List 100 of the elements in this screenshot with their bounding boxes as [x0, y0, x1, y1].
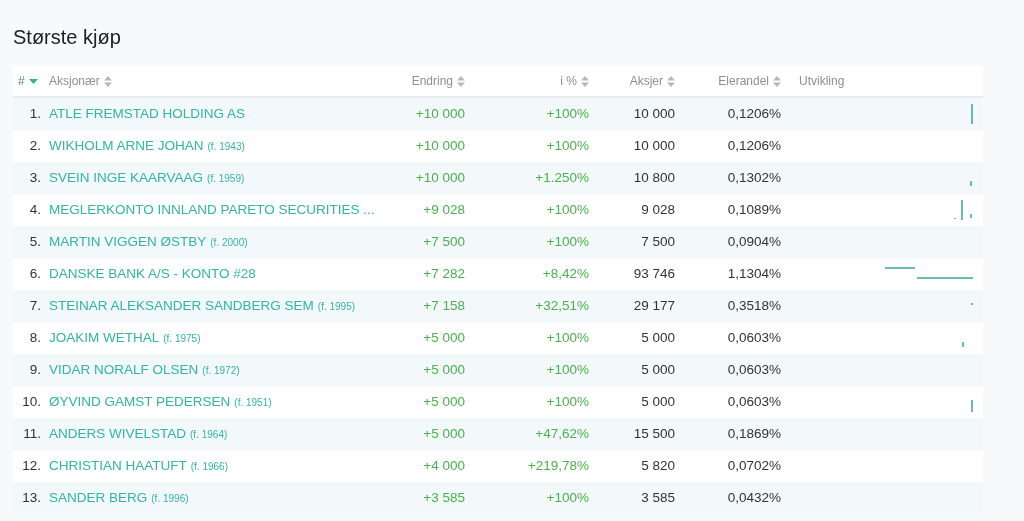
- shareholder-link[interactable]: DANSKE BANK A/S - KONTO #28: [49, 263, 256, 285]
- column-header[interactable]: #: [18, 72, 38, 90]
- shares-value: 29 177: [633, 296, 675, 315]
- shareholder-link[interactable]: STEINAR ALEKSANDER SANDBERG SEM: [49, 295, 314, 317]
- rank-number: 13.: [22, 488, 41, 507]
- birth-year: (f. 1996): [151, 491, 189, 506]
- percent-value: +8,42%: [542, 264, 589, 283]
- ownership-value: 0,1206%: [727, 136, 781, 155]
- birth-year: (f. 1951): [234, 395, 272, 410]
- change-value: +3 585: [423, 488, 465, 507]
- ownership-value: 0,1869%: [727, 424, 781, 443]
- shares-value: 5 820: [641, 456, 675, 475]
- shares-value: 5 000: [641, 392, 675, 411]
- percent-value: +100%: [546, 328, 589, 347]
- percent-value: +47,62%: [535, 424, 589, 443]
- shareholder-link[interactable]: ANDERS WIVELSTAD: [49, 423, 187, 445]
- shareholder-link[interactable]: WIKHOLM ARNE JOHAN: [49, 135, 204, 157]
- rank-number: 5.: [29, 232, 41, 251]
- percent-value: +100%: [546, 136, 589, 155]
- ownership-value: 0,0904%: [727, 232, 781, 251]
- ownership-value: 0,1302%: [727, 168, 781, 187]
- ownership-value: 0,0603%: [727, 328, 781, 347]
- shares-value: 10 000: [633, 136, 675, 155]
- rank-number: 11.: [23, 424, 41, 443]
- shares-value: 3 585: [641, 488, 675, 507]
- rank-number: 2.: [29, 136, 41, 155]
- shareholder-link[interactable]: ØYVIND GAMST PEDERSEN: [49, 391, 231, 413]
- shareholder-link[interactable]: CHRISTIAN HAATUFT: [49, 455, 187, 477]
- change-value: +7 158: [423, 296, 465, 315]
- change-value: +5 000: [423, 392, 465, 411]
- shares-value: 9 028: [641, 200, 675, 219]
- change-value: +7 282: [423, 264, 465, 283]
- percent-value: +100%: [546, 232, 589, 251]
- birth-year: (f. 1959): [207, 171, 245, 186]
- ownership-value: 0,3518%: [727, 296, 781, 315]
- change-value: +5 000: [423, 424, 465, 443]
- birth-year: (f. 1995): [317, 299, 356, 314]
- section-title: Største kjøp: [13, 25, 122, 50]
- percent-value: +1.250%: [535, 168, 589, 187]
- shares-value: 5 000: [641, 328, 675, 347]
- percent-value: +100%: [546, 488, 589, 507]
- percent-value: +32,51%: [535, 296, 589, 315]
- change-value: +10 000: [415, 104, 465, 123]
- percent-value: +100%: [546, 360, 589, 379]
- shares-value: 10 800: [633, 168, 675, 187]
- rank-number: 3.: [29, 168, 41, 187]
- column-header: Utvikling: [799, 73, 845, 90]
- change-value: +5 000: [423, 360, 465, 379]
- rank-number: 10.: [22, 392, 41, 411]
- shareholder-link[interactable]: ATLE FREMSTAD HOLDING AS: [49, 103, 246, 125]
- column-header[interactable]: Endring: [411, 72, 465, 90]
- shareholder-link[interactable]: JOAKIM WETHAL: [49, 327, 160, 349]
- rank-number: 7.: [29, 296, 41, 315]
- ownership-value: 0,0603%: [727, 392, 781, 411]
- sparkline: [962, 341, 964, 348]
- birth-year: (f. 1966): [190, 459, 228, 474]
- percent-value: +100%: [546, 104, 589, 123]
- birth-year: (f. 1943): [207, 139, 245, 154]
- ownership-value: 0,1206%: [727, 104, 781, 123]
- percent-value: +100%: [546, 392, 589, 411]
- column-header[interactable]: i %: [560, 72, 589, 90]
- shareholder-link[interactable]: SANDER BERG: [49, 487, 148, 509]
- column-header[interactable]: Aksjer: [629, 72, 675, 90]
- sparkline: [971, 103, 973, 125]
- rank-number: 6.: [29, 264, 41, 283]
- ownership-value: 0,1089%: [727, 200, 781, 219]
- change-value: +4 000: [423, 456, 465, 475]
- rank-number: 8.: [29, 328, 41, 347]
- change-value: +10 000: [415, 168, 465, 187]
- percent-value: +100%: [546, 200, 589, 219]
- column-header[interactable]: Elerandel: [718, 72, 781, 90]
- shareholder-link[interactable]: MEGLERKONTO INNLAND PARETO SECURITIES ...: [49, 199, 375, 221]
- rank-number: 12.: [22, 456, 41, 475]
- column-header[interactable]: Aksjonær: [49, 72, 112, 90]
- birth-year: (f. 1975): [163, 331, 201, 346]
- change-value: +5 000: [423, 328, 465, 347]
- change-value: +10 000: [415, 136, 465, 155]
- birth-year: (f. 1972): [202, 363, 240, 378]
- ownership-value: 1,1304%: [727, 264, 781, 283]
- shareholder-link[interactable]: SVEIN INGE KAARVAAG: [49, 167, 204, 189]
- ownership-value: 0,0432%: [727, 488, 781, 507]
- shareholder-link[interactable]: MARTIN VIGGEN ØSTBY: [49, 231, 207, 253]
- shares-value: 93 746: [633, 264, 675, 283]
- sparkline: [970, 180, 972, 187]
- change-value: +9 028: [423, 200, 465, 219]
- ownership-value: 0,0603%: [727, 360, 781, 379]
- sparkline: [971, 399, 973, 413]
- rank-number: 4.: [29, 200, 41, 219]
- sparkline: [954, 199, 972, 221]
- shares-value: 7 500: [641, 232, 675, 251]
- shareholder-link[interactable]: VIDAR NORALF OLSEN: [49, 359, 199, 381]
- shares-value: 15 500: [633, 424, 675, 443]
- shares-value: 5 000: [641, 360, 675, 379]
- birth-year: (f. 2000): [210, 235, 248, 250]
- sparkline: [971, 302, 973, 306]
- rank-number: 1.: [29, 104, 41, 123]
- birth-year: (f. 1964): [190, 427, 228, 442]
- change-value: +7 500: [423, 232, 465, 251]
- shares-value: 10 000: [633, 104, 675, 123]
- percent-value: +219,78%: [527, 456, 589, 475]
